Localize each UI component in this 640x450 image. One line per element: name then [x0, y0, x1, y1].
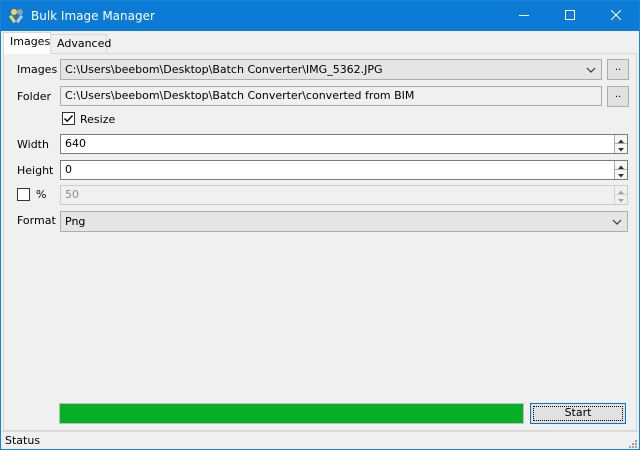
height-field[interactable]: 0: [60, 160, 628, 180]
format-value: Png: [65, 215, 86, 228]
format-combo[interactable]: Png: [60, 211, 628, 232]
width-spinner[interactable]: [614, 135, 627, 153]
spin-up-icon[interactable]: [614, 186, 627, 195]
images-value: C:\Users\beebom\Desktop\Batch Converter\…: [65, 63, 383, 76]
folder-browse-button[interactable]: ..: [607, 86, 629, 107]
chevron-down-icon: [611, 216, 623, 228]
start-button[interactable]: Start: [530, 403, 626, 424]
chevron-down-icon: [585, 64, 597, 76]
spin-down-icon[interactable]: [614, 195, 627, 204]
maximize-icon: [565, 9, 575, 23]
folder-label: Folder: [17, 90, 51, 103]
minimize-icon: [519, 9, 529, 23]
spin-up-icon[interactable]: [614, 161, 627, 170]
tools-icon: [8, 8, 25, 24]
width-value: 640: [65, 137, 86, 150]
status-text: Status: [5, 434, 41, 447]
tab-advanced[interactable]: Advanced: [50, 34, 111, 53]
maximize-button[interactable]: [547, 1, 593, 31]
images-combo[interactable]: C:\Users\beebom\Desktop\Batch Converter\…: [60, 59, 602, 80]
resize-grip-icon[interactable]: [627, 437, 637, 448]
percent-label: %: [36, 188, 47, 201]
folder-field[interactable]: C:\Users\beebom\Desktop\Batch Converter\…: [60, 86, 602, 106]
width-label: Width: [17, 138, 49, 151]
close-button[interactable]: [593, 1, 639, 31]
percent-spinner[interactable]: [614, 186, 627, 204]
spin-down-icon[interactable]: [614, 170, 627, 179]
format-label: Format: [17, 214, 56, 227]
progress-bar: [59, 403, 524, 424]
percent-checkbox[interactable]: [17, 188, 30, 201]
spin-down-icon[interactable]: [614, 144, 627, 153]
spin-up-icon[interactable]: [614, 135, 627, 144]
window-title: Bulk Image Manager: [31, 9, 155, 23]
images-panel: Images C:\Users\beebom\Desktop\Batch Con…: [3, 53, 637, 431]
images-browse-button[interactable]: ..: [607, 59, 629, 80]
height-value: 0: [65, 163, 72, 176]
height-label: Height: [17, 164, 54, 177]
minimize-button[interactable]: [501, 1, 547, 31]
resize-checkbox[interactable]: [62, 112, 75, 125]
width-field[interactable]: 640: [60, 134, 628, 154]
status-bar: Status: [1, 431, 639, 449]
images-label: Images: [17, 63, 58, 76]
title-bar[interactable]: Bulk Image Manager: [1, 1, 639, 31]
close-icon: [610, 9, 622, 23]
percent-value: 50: [65, 188, 79, 201]
tab-images[interactable]: Images: [3, 32, 51, 54]
progress-fill: [60, 404, 523, 423]
percent-field[interactable]: 50: [60, 185, 628, 205]
height-spinner[interactable]: [614, 161, 627, 179]
tab-strip: Images Advanced: [1, 31, 639, 54]
resize-label: Resize: [80, 113, 116, 126]
app-window: Bulk Image Manager Images Advanced Image…: [0, 0, 640, 450]
